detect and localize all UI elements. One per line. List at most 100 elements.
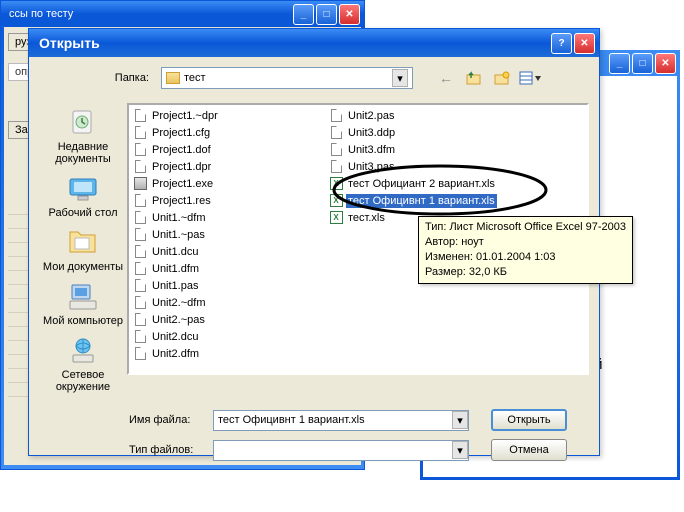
sidebar-desktop-label: Рабочий стол (48, 207, 117, 219)
file-item[interactable]: Project1.res (131, 192, 327, 209)
secondary-maximize-button[interactable]: □ (632, 53, 653, 74)
file-item[interactable]: Unit1.dfm (131, 260, 327, 277)
filename-label: Имя файла: (129, 414, 213, 426)
file-item[interactable]: Unit3.pas (327, 158, 523, 175)
tooltip-size: Размер: 32,0 КБ (425, 265, 626, 280)
sidebar-mydocs-label: Мои документы (43, 261, 123, 273)
generic-file-icon (133, 347, 147, 361)
mycomputer-icon (68, 283, 98, 311)
generic-file-icon (133, 313, 147, 327)
file-item[interactable]: Unit2.pas (327, 107, 523, 124)
generic-file-icon (133, 279, 147, 293)
secondary-close-button[interactable]: ✕ (655, 53, 676, 74)
filename-combo[interactable]: тест Официвнт 1 вариант.xls ▾ (213, 410, 469, 431)
file-label: Unit3.dfm (346, 143, 397, 157)
folder-label: Папка: (111, 72, 155, 84)
generic-file-icon (133, 160, 147, 174)
sidebar-recent-label: Недавние документы (41, 141, 125, 165)
up-folder-icon[interactable] (463, 67, 485, 89)
file-item[interactable]: Unit2.dfm (131, 345, 327, 362)
file-item[interactable]: Unit2.~dfm (131, 294, 327, 311)
exe-file-icon (133, 177, 147, 191)
generic-file-icon (133, 211, 147, 225)
file-label: Unit2.~dfm (150, 296, 208, 310)
generic-file-icon (329, 109, 343, 123)
parent-close-button[interactable]: ✕ (339, 4, 360, 25)
folder-dropdown-arrow[interactable]: ▾ (392, 69, 408, 87)
generic-file-icon (133, 126, 147, 140)
sidebar-desktop[interactable]: Рабочий стол (41, 173, 125, 219)
parent-minimize-button[interactable]: _ (293, 4, 314, 25)
dialog-title: Открыть (39, 35, 100, 51)
sidebar-recent[interactable]: Недавние документы (41, 107, 125, 165)
desktop-icon (66, 176, 100, 202)
folder-icon (166, 72, 180, 84)
file-item[interactable]: Unit1.~pas (131, 226, 327, 243)
generic-file-icon (133, 296, 147, 310)
secondary-minimize-button[interactable]: _ (609, 53, 630, 74)
generic-file-icon (133, 143, 147, 157)
views-icon[interactable] (519, 67, 541, 89)
parent-titlebar: ссы по тесту _ □ ✕ (1, 1, 364, 27)
file-label: Project1.dpr (150, 160, 213, 174)
file-item[interactable]: Project1.dpr (131, 158, 327, 175)
file-item[interactable]: Unit1.pas (131, 277, 327, 294)
file-label: тест.xls (346, 211, 387, 225)
file-item[interactable]: Project1.dof (131, 141, 327, 158)
filename-dropdown-arrow[interactable]: ▾ (452, 411, 468, 429)
generic-file-icon (133, 228, 147, 242)
generic-file-icon (133, 245, 147, 259)
tooltip-author: Автор: ноут (425, 235, 626, 250)
excel-file-icon: X (329, 177, 343, 191)
recent-icon (67, 107, 99, 139)
file-item[interactable]: Unit1.~dfm (131, 209, 327, 226)
tooltip-modified: Изменен: 01.01.2004 1:03 (425, 250, 626, 265)
file-item[interactable]: Xтест Официвнт 1 вариант.xls (327, 192, 523, 209)
generic-file-icon (133, 194, 147, 208)
file-tooltip: Тип: Лист Microsoft Office Excel 97-2003… (418, 216, 633, 284)
back-icon[interactable]: ← (435, 67, 457, 89)
tooltip-type: Тип: Лист Microsoft Office Excel 97-2003 (425, 220, 626, 235)
open-button[interactable]: Открыть (491, 409, 567, 431)
parent-maximize-button[interactable]: □ (316, 4, 337, 25)
file-label: Project1.exe (150, 177, 215, 191)
file-item[interactable]: Unit3.ddp (327, 124, 523, 141)
file-item[interactable]: Project1.cfg (131, 124, 327, 141)
cancel-button[interactable]: Отмена (491, 439, 567, 461)
parent-title: ссы по тесту (9, 8, 73, 20)
file-label: тест Официвнт 1 вариант.xls (346, 194, 497, 208)
filetype-dropdown-arrow[interactable]: ▾ (452, 441, 468, 459)
filetype-combo[interactable]: ▾ (213, 440, 469, 461)
file-item[interactable]: Unit1.dcu (131, 243, 327, 260)
file-label: Project1.dof (150, 143, 213, 157)
places-sidebar: Недавние документы Рабочий стол Мои доку… (39, 103, 127, 393)
file-label: тест Официант 2 вариант.xls (346, 177, 497, 191)
file-item[interactable]: Project1.~dpr (131, 107, 327, 124)
file-item[interactable]: Unit3.dfm (327, 141, 523, 158)
new-folder-icon[interactable] (491, 67, 513, 89)
file-item[interactable]: Xтест Официант 2 вариант.xls (327, 175, 523, 192)
sidebar-mycomputer[interactable]: Мой компьютер (41, 281, 125, 327)
file-item[interactable]: Project1.exe (131, 175, 327, 192)
folder-combo[interactable]: тест ▾ (161, 67, 413, 89)
sidebar-mycomputer-label: Мой компьютер (43, 315, 123, 327)
mydocs-icon (67, 230, 99, 256)
file-label: Unit2.dcu (150, 330, 200, 344)
sidebar-mydocs[interactable]: Мои документы (41, 227, 125, 273)
folder-value: тест (184, 72, 206, 84)
file-label: Unit2.~pas (150, 313, 207, 327)
dialog-close-button[interactable]: ✕ (574, 33, 595, 54)
excel-file-icon: X (329, 194, 343, 208)
dialog-help-button[interactable]: ? (551, 33, 572, 54)
file-item[interactable]: Unit2.~pas (131, 311, 327, 328)
file-label: Unit1.~dfm (150, 211, 208, 225)
file-label: Unit2.pas (346, 109, 396, 123)
dialog-titlebar: Открыть ? ✕ (29, 29, 599, 57)
file-item[interactable]: Unit2.dcu (131, 328, 327, 345)
excel-file-icon: X (329, 211, 343, 225)
file-label: Project1.~dpr (150, 109, 220, 123)
generic-file-icon (133, 109, 147, 123)
file-label: Project1.cfg (150, 126, 212, 140)
sidebar-network[interactable]: Сетевое окружение (41, 335, 125, 393)
file-label: Project1.res (150, 194, 213, 208)
